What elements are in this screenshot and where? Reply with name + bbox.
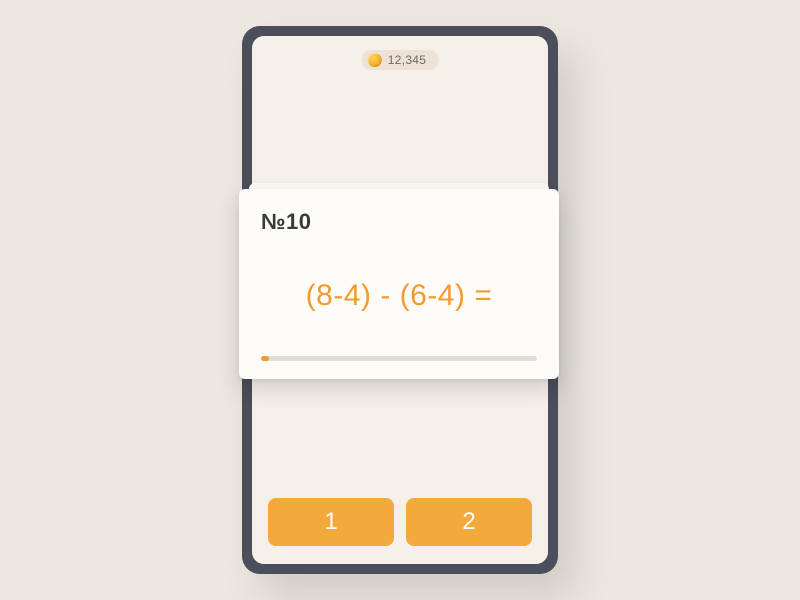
- coin-amount: 12,345: [388, 53, 427, 67]
- timer-bar: [261, 356, 537, 361]
- coin-balance: 12,345: [362, 50, 439, 70]
- stage: 12,345 №10 (8-4) - (6-4) = 1 2: [0, 0, 800, 600]
- timer-fill: [261, 356, 269, 361]
- question-number: №10: [261, 209, 537, 235]
- coin-icon: [368, 53, 382, 67]
- answer-row: 1 2: [268, 498, 532, 546]
- app-screen: 12,345 №10 (8-4) - (6-4) = 1 2: [252, 36, 548, 564]
- question-card: №10 (8-4) - (6-4) =: [239, 189, 559, 379]
- question-card-stack: №10 (8-4) - (6-4) =: [239, 189, 559, 379]
- answer-button-1[interactable]: 1: [268, 498, 394, 546]
- answer-button-2[interactable]: 2: [406, 498, 532, 546]
- question-expression: (8-4) - (6-4) =: [261, 241, 537, 350]
- device-frame: 12,345 №10 (8-4) - (6-4) = 1 2: [242, 26, 558, 574]
